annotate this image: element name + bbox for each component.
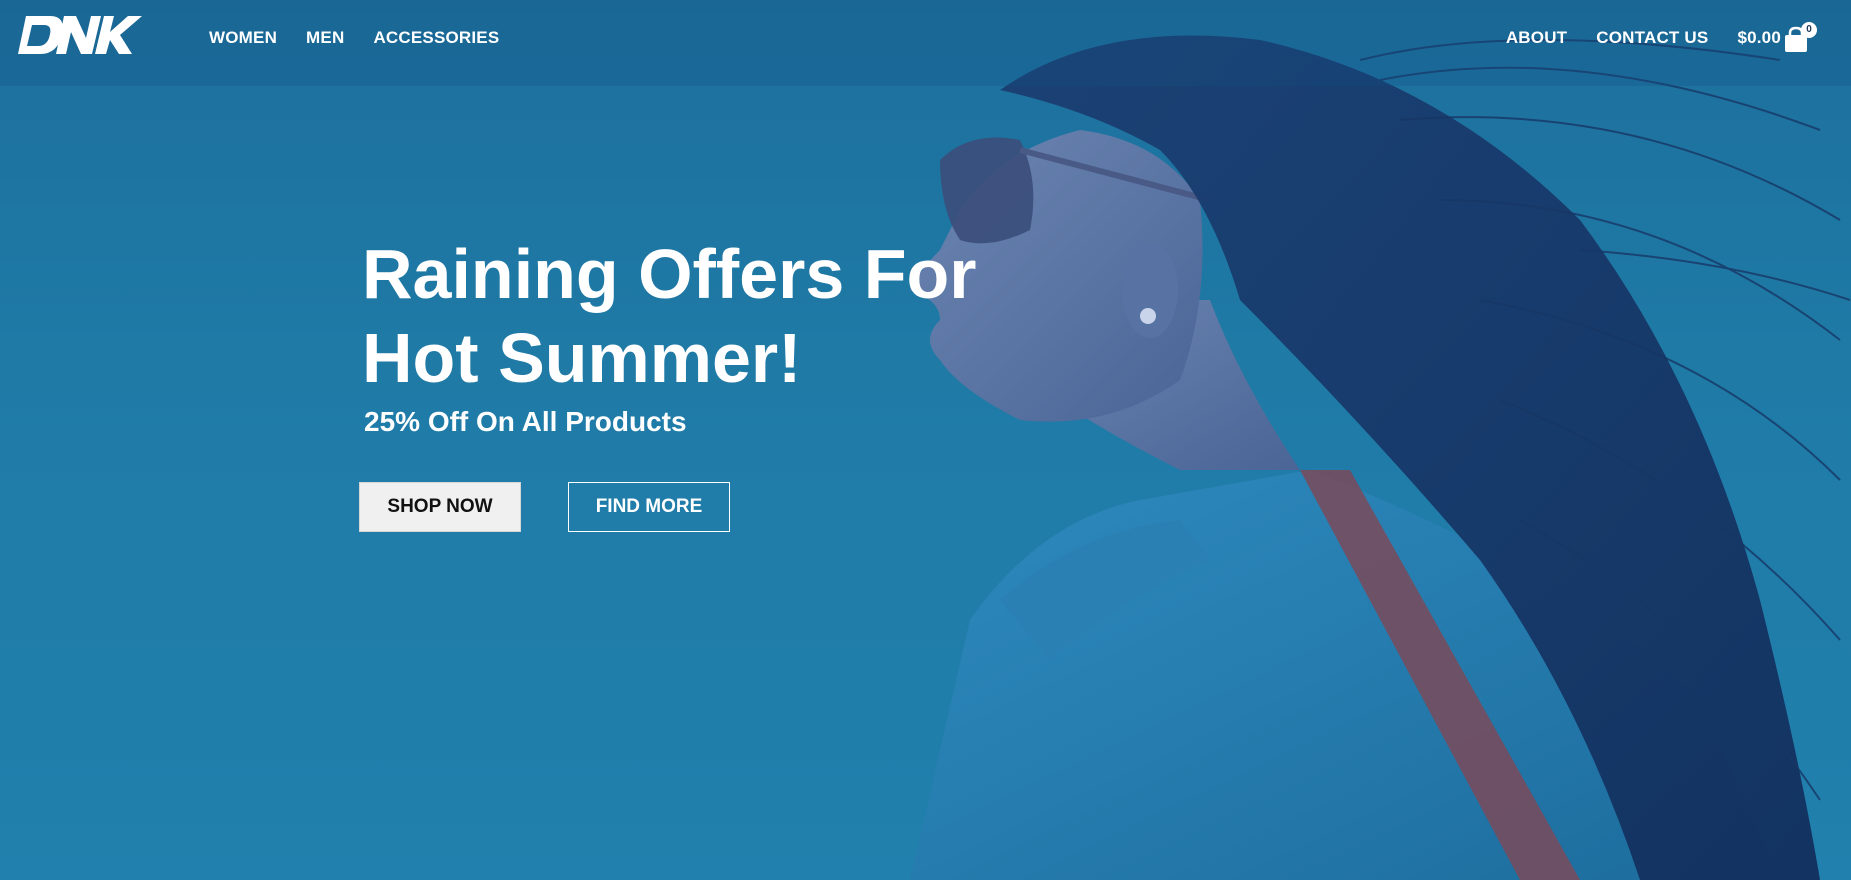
hero-subtitle: 25% Off On All Products — [364, 406, 687, 437]
hero-title-line-2: Hot Summer! — [362, 319, 802, 397]
page: WOMEN MEN ACCESSORIES ABOUT CONTACT US $… — [0, 0, 1851, 880]
nav-about[interactable]: ABOUT — [1506, 26, 1567, 50]
primary-nav: WOMEN MEN ACCESSORIES — [209, 26, 499, 50]
cart-button[interactable]: 0 — [1783, 22, 1817, 54]
hero-title: Raining Offers For Hot Summer! — [362, 232, 982, 400]
nav-men[interactable]: MEN — [306, 26, 344, 50]
dnk-logo[interactable] — [18, 8, 144, 64]
site-header: WOMEN MEN ACCESSORIES ABOUT CONTACT US $… — [0, 0, 1851, 86]
cart-total[interactable]: $0.00 — [1737, 26, 1781, 50]
nav-accessories[interactable]: ACCESSORIES — [373, 26, 499, 50]
nav-contact-us[interactable]: CONTACT US — [1596, 26, 1708, 50]
find-more-button[interactable]: FIND MORE — [568, 482, 730, 532]
nav-women[interactable]: WOMEN — [209, 26, 277, 50]
hero-title-line-1: Raining Offers For — [362, 235, 977, 313]
hero-image — [910, 35, 1851, 880]
shop-now-button[interactable]: SHOP NOW — [359, 482, 521, 532]
secondary-nav: ABOUT CONTACT US $0.00 — [1506, 26, 1781, 50]
cart-count-badge: 0 — [1801, 22, 1817, 38]
